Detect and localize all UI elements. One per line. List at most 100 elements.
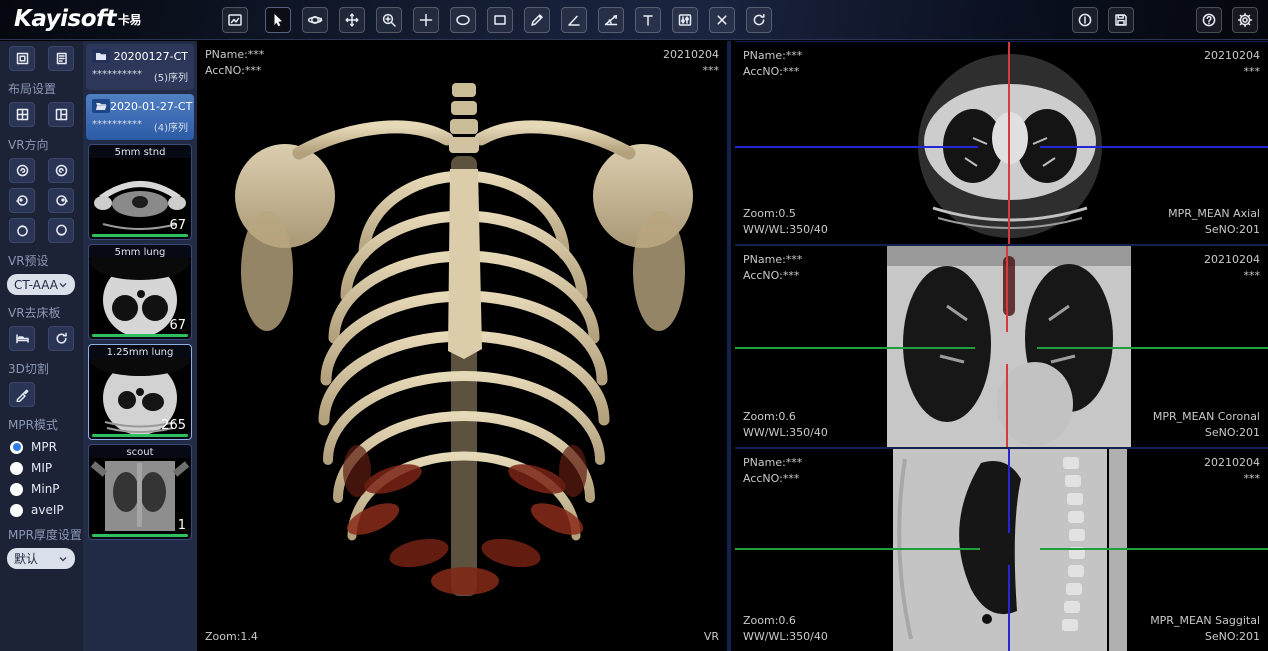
coronal-crosshair-horizontal-right[interactable] [1037,347,1268,349]
accno-text: AccNO:*** [743,471,802,487]
logo-text: Kayisoft [14,6,116,32]
vr-viewport[interactable]: PName:*** AccNO:*** 20210204 *** Zoom:1.… [197,41,731,651]
thumbnail-progress-bar [92,534,188,537]
sagittal-overlay-patient: PName:*** AccNO:*** [743,455,802,487]
zoom-in-button[interactable] [376,7,402,33]
axial-crosshair-horizontal-left[interactable] [735,146,978,148]
vr-head-bottom-button[interactable] [48,218,74,243]
bed-reset-button[interactable] [48,326,74,351]
series-panel: 20200127-CT ********** (5)序列 2020-01-27-… [83,41,197,651]
vr-head-top-button[interactable] [9,218,35,243]
sagittal-crosshair-vertical-bottom[interactable] [1008,565,1010,651]
mpr-coronal-viewport[interactable]: PName:*** AccNO:*** 20210204 *** Zoom:0.… [735,246,1268,448]
2d-view-button[interactable] [222,7,248,33]
series-thumbnail-scout[interactable]: scout 1 [88,444,192,540]
layout-row-1 [0,46,83,71]
rect-measure-button[interactable] [487,7,513,33]
rotate-3d-button[interactable] [302,7,328,33]
pan-button[interactable] [339,7,365,33]
radio-icon[interactable] [10,462,23,475]
series-thumbnail-5mm-lung[interactable]: 5mm lung 67 [88,244,192,340]
radio-selected-icon[interactable] [10,441,23,454]
help-icon [1201,12,1217,28]
mpr-mode-option-label: MIP [31,461,52,475]
radio-icon[interactable] [10,483,23,496]
mpr-mode-option-mip[interactable]: MIP [0,461,83,475]
coronal-overlay-study: 20210204 *** [1204,252,1260,284]
info-button[interactable] [1072,7,1098,33]
ellipse-measure-button[interactable] [450,7,476,33]
mpr-axial-viewport[interactable]: PName:*** AccNO:*** 20210204 *** Zoom:0.… [735,42,1268,244]
chevron-down-icon [58,281,68,289]
axial-crosshair-vertical[interactable] [1008,42,1010,244]
tool-group-main [222,7,772,33]
thumbnail-image-count: 67 [169,218,186,233]
mpr-mode-label: MPR模式 [0,416,83,433]
layout-report-button[interactable] [48,46,74,71]
delete-annotation-button[interactable] [709,7,735,33]
series-thumbnail-125mm-lung[interactable]: 1.25mm lung 265 [88,344,192,440]
coronal-overlay-series: MPR_MEAN Coronal SeNO:201 [1153,409,1260,441]
pan-icon [344,12,360,28]
series-thumbnail-5mm-stnd[interactable]: 5mm stnd 67 [88,144,192,240]
vr-preset-select[interactable]: CT-AAA [7,274,75,295]
reset-view-button[interactable] [746,7,772,33]
view-name-text: MPR_MEAN Coronal [1153,409,1260,425]
sagittal-crosshair-horizontal-left[interactable] [735,548,980,550]
mpr-mode-option-aveip[interactable]: aveIP [0,503,83,517]
crosshair-button[interactable] [413,7,439,33]
settings-button[interactable] [1232,7,1258,33]
mpr-mode-option-minp[interactable]: MinP [0,482,83,496]
axial-crosshair-horizontal-right[interactable] [1040,146,1268,148]
layout-grid-button[interactable] [9,102,35,127]
layout-row-2 [0,102,83,127]
thumbnail-label: 5mm stnd [89,145,191,158]
vr-head-back-button[interactable] [48,158,74,183]
vr-head-right-button[interactable] [48,188,74,213]
head-right-icon [54,193,69,208]
mpr-mode-option-mpr[interactable]: MPR [0,440,83,454]
layout-report-icon [54,51,69,66]
help-button[interactable] [1196,7,1222,33]
mpr-mode-option-label: aveIP [31,503,64,517]
cursor-button[interactable] [265,7,291,33]
bed-icon [15,331,30,346]
vr-head-left-button[interactable] [9,188,35,213]
coronal-crosshair-horizontal-left[interactable] [735,347,975,349]
folder-open-icon [92,99,110,113]
text-icon [640,12,656,28]
top-toolbar: Kayisoft卡易 [0,0,1268,40]
length-measure-button[interactable] [524,7,550,33]
cut-3d-row [0,382,83,407]
cobb-angle-button[interactable] [598,7,624,33]
zoom-text: Zoom:0.6 [743,409,828,425]
mpr-sagittal-viewport[interactable]: PName:*** AccNO:*** 20210204 *** Zoom:0.… [735,449,1268,651]
coronal-crosshair-vertical-bottom[interactable] [1006,364,1008,448]
2d-view-icon [227,12,243,28]
rotate-3d-icon [307,12,323,28]
study-item-2-selected[interactable]: 2020-01-27-CT ********** (4)序列 [86,94,194,140]
save-button[interactable] [1108,7,1134,33]
layout-single-button[interactable] [9,46,35,71]
mpr-thickness-select[interactable]: 默认 [7,548,75,569]
vr-bed-label: VR去床板 [0,304,83,321]
thumbnail-progress-bar [92,234,188,237]
layout-split-button[interactable] [48,102,74,127]
study-date-text: 20210204 [1204,48,1260,64]
scalpel-button[interactable] [9,382,35,407]
angle-measure-button[interactable] [561,7,587,33]
zoom-text: Zoom:0.6 [743,613,828,629]
vr-bed-row [0,326,83,351]
coronal-crosshair-vertical-top[interactable] [1006,246,1008,332]
study-item-1[interactable]: 20200127-CT ********** (5)序列 [86,44,194,90]
sagittal-crosshair-horizontal-right[interactable] [1040,548,1268,550]
vr-head-front-button[interactable] [9,158,35,183]
series-number-text: SeNO:201 [1153,425,1260,441]
sagittal-crosshair-vertical-top[interactable] [1008,449,1010,533]
text-annotation-button[interactable] [635,7,661,33]
remove-bed-button[interactable] [9,326,35,351]
tool-group-secondary [1072,7,1134,33]
vr-preset-label: VR预设 [0,252,83,269]
window-level-button[interactable] [672,7,698,33]
radio-icon[interactable] [10,504,23,517]
